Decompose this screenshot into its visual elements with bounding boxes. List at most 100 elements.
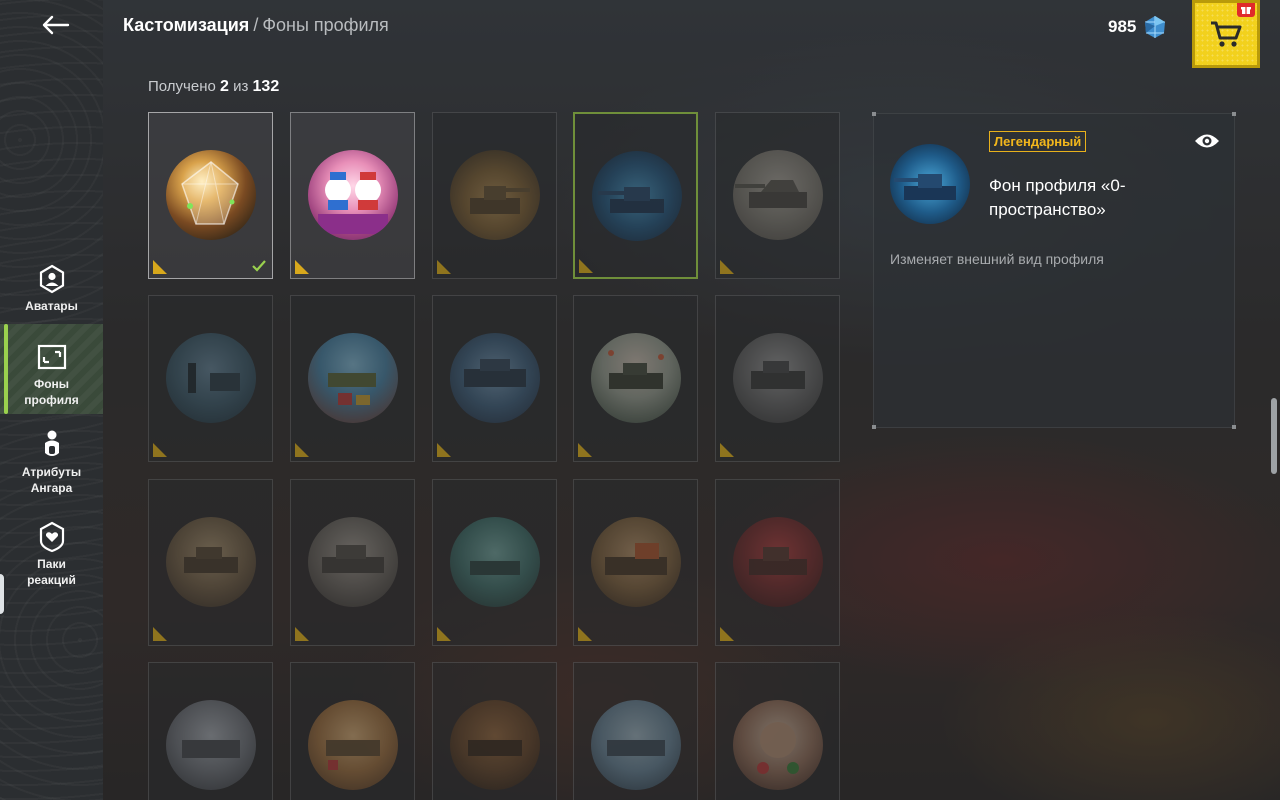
background-card[interactable] [148, 662, 273, 800]
rarity-corner [153, 260, 167, 274]
rarity-corner [579, 259, 593, 273]
background-thumbnail [450, 700, 540, 790]
rarity-corner [720, 260, 734, 274]
rarity-corner [295, 627, 309, 641]
breadcrumb-current: Фоны профиля [262, 15, 389, 35]
background-card[interactable] [148, 479, 273, 646]
panel-corner [1232, 425, 1236, 429]
background-card[interactable] [432, 479, 557, 646]
background-thumbnail [308, 333, 398, 423]
rarity-corner [720, 443, 734, 457]
gift-icon [1237, 3, 1255, 17]
rarity-corner [153, 443, 167, 457]
sidebar-item-avatars[interactable]: Аватары [0, 264, 103, 320]
background-card[interactable] [290, 479, 415, 646]
background-card[interactable] [715, 112, 840, 279]
rarity-corner [153, 627, 167, 641]
rarity-corner [437, 260, 451, 274]
background-name: Фон профиля «0-пространство» [989, 176, 1126, 219]
background-card[interactable] [573, 112, 698, 279]
panel-corner [872, 425, 876, 429]
background-thumbnail [166, 150, 256, 240]
background-card[interactable] [432, 295, 557, 462]
sidebar-item-label: Паки реакций [27, 557, 76, 587]
avatar-icon [37, 264, 67, 294]
back-button[interactable] [38, 12, 72, 38]
reaction-packs-icon [37, 521, 67, 553]
background-thumbnail [450, 150, 540, 240]
arrow-left-icon [42, 15, 70, 35]
background-thumbnail [308, 150, 398, 240]
sidebar-item-reaction-packs[interactable]: Паки реакций [0, 521, 103, 592]
background-card[interactable] [573, 479, 698, 646]
panel-corner [1232, 112, 1236, 116]
background-thumbnail [308, 517, 398, 607]
sidebar-item-hangar-attributes[interactable]: Атрибуты Ангара [0, 430, 103, 500]
background-card[interactable] [148, 112, 273, 279]
background-thumbnail [733, 700, 823, 790]
selected-background-thumbnail [890, 144, 970, 224]
backgrounds-grid [148, 112, 840, 800]
scrollbar-thumb[interactable] [1271, 398, 1277, 474]
checkmark-icon [252, 260, 266, 272]
sidebar-item-label: Атрибуты Ангара [21, 465, 82, 495]
rarity-corner [295, 443, 309, 457]
breadcrumb-root[interactable]: Кастомизация [123, 15, 249, 35]
rarity-badge: Легендарный [989, 131, 1087, 152]
breadcrumb-separator: / [253, 15, 259, 35]
background-card[interactable] [290, 662, 415, 800]
rarity-corner [437, 627, 451, 641]
background-thumbnail [591, 700, 681, 790]
background-card[interactable] [290, 295, 415, 462]
background-thumbnail [733, 333, 823, 423]
of-label: из [233, 78, 249, 95]
rarity-corner [295, 260, 309, 274]
background-thumbnail [591, 517, 681, 607]
background-thumbnail [166, 517, 256, 607]
drawer-handle[interactable] [0, 572, 6, 616]
rarity-corner [437, 443, 451, 457]
profile-background-icon [37, 342, 67, 372]
background-card[interactable] [148, 295, 273, 462]
background-card[interactable] [432, 112, 557, 279]
background-thumbnail [450, 333, 540, 423]
cart-icon [1211, 21, 1242, 47]
sidebar-item-label: Аватары [25, 299, 78, 313]
background-description: Изменяет внешний вид профиля [890, 251, 1104, 267]
background-thumbnail [592, 151, 682, 241]
shop-button[interactable] [1192, 0, 1260, 68]
background-card[interactable] [573, 295, 698, 462]
background-card[interactable] [715, 295, 840, 462]
breadcrumb: Кастомизация / Фоны профиля [123, 15, 389, 36]
background-card[interactable] [573, 662, 698, 800]
eye-icon [1195, 134, 1219, 148]
sidebar-item-profile-backgrounds[interactable]: Фоны профиля [0, 324, 103, 414]
preview-button[interactable] [1194, 132, 1220, 155]
obtained-label: Получено [148, 78, 216, 95]
total-count: 132 [252, 78, 280, 95]
background-thumbnail [166, 333, 256, 423]
background-thumbnail [166, 700, 256, 790]
background-thumbnail [308, 700, 398, 790]
background-card[interactable] [290, 112, 415, 279]
background-thumbnail [733, 517, 823, 607]
sidebar-item-label: Фоны профиля [24, 377, 79, 407]
currency-balance[interactable]: 985 [1108, 14, 1168, 40]
background-card[interactable] [432, 662, 557, 800]
rarity-corner [578, 443, 592, 457]
detail-panel: Легендарный Фон профиля «0-пространство»… [872, 112, 1236, 429]
sidebar: Аватары Фоны профиля Атрибуты Ангара Пак… [0, 0, 103, 800]
rarity-corner [720, 627, 734, 641]
rarity-corner [578, 627, 592, 641]
background-thumbnail [591, 333, 681, 423]
currency-amount: 985 [1108, 17, 1137, 36]
panel-corner [872, 112, 876, 116]
crystal-currency-icon [1145, 16, 1166, 38]
obtained-count: 2 [220, 78, 229, 95]
background-card[interactable] [715, 479, 840, 646]
background-card[interactable] [715, 662, 840, 800]
background-thumbnail [450, 517, 540, 607]
hangar-attributes-icon [37, 430, 67, 460]
background-thumbnail [733, 150, 823, 240]
obtained-counter: Получено 2 из 132 [148, 78, 279, 96]
